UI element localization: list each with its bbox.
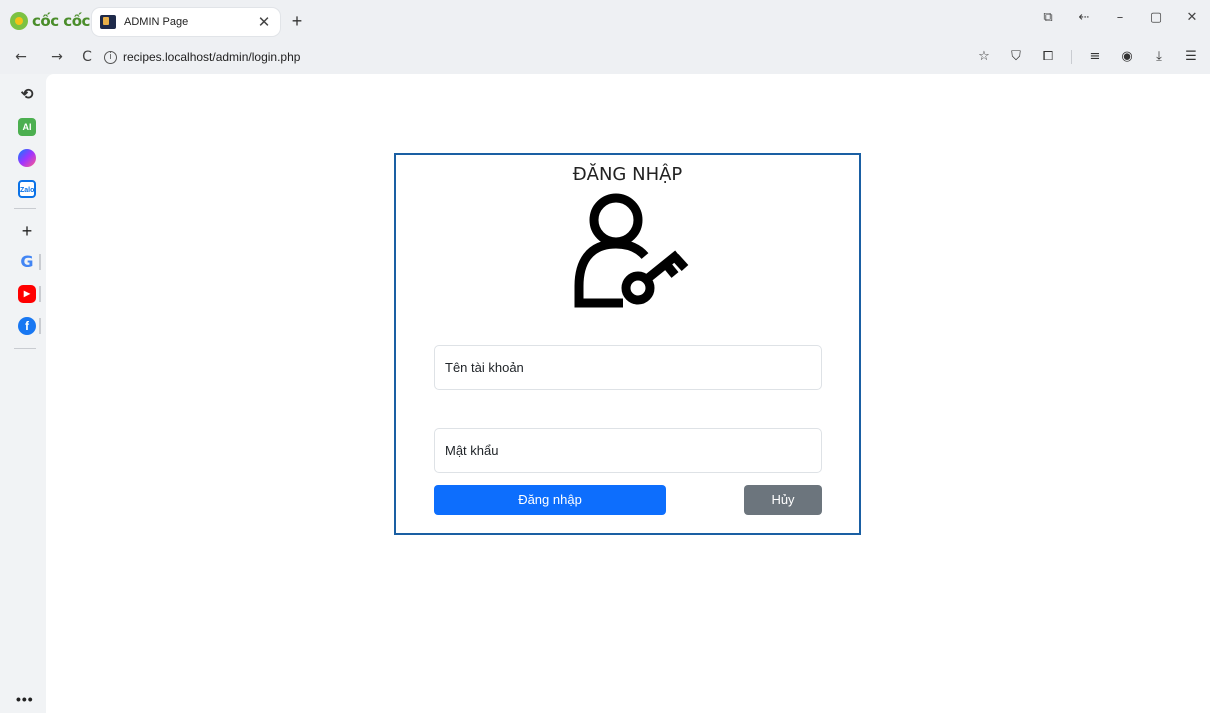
browser-titlebar: cốc cốc ADMIN Page ✕ + ⧉ ⇠ – ▢ ✕ (0, 0, 1210, 40)
star-icon[interactable]: ☆ (975, 48, 993, 66)
window-controls: ⧉ ⇠ – ▢ ✕ (1038, 8, 1202, 28)
site-info-icon[interactable]: i (104, 50, 117, 64)
pinned-indicator (39, 254, 41, 270)
page-content: ĐĂNG NHẬP Đăng nhập Hủy (46, 74, 1210, 713)
login-form: ĐĂNG NHẬP Đăng nhập Hủy (394, 153, 861, 535)
add-icon[interactable]: + (18, 222, 36, 240)
google-icon[interactable]: G (18, 253, 36, 271)
address-bar[interactable]: i recipes.localhost/admin/login.php (104, 46, 984, 68)
browser-toolbar: ← → C i recipes.localhost/admin/login.ph… (0, 40, 1210, 74)
close-window-button[interactable]: ✕ (1182, 8, 1202, 28)
browser-brand[interactable]: cốc cốc (10, 10, 90, 32)
tab-close-icon[interactable]: ✕ (256, 13, 272, 31)
zalo-icon[interactable]: Zalo (18, 180, 36, 198)
reload-button[interactable]: C (78, 48, 96, 66)
sidebar-divider (14, 208, 36, 209)
browser-sidebar: ⟲ AI Zalo + G ▶ f ••• (0, 74, 46, 713)
more-icon[interactable]: ••• (16, 691, 34, 707)
screen-search-icon[interactable]: ⧉ (1038, 8, 1058, 28)
restore-button[interactable]: ▢ (1146, 8, 1166, 28)
new-tab-button[interactable]: + (287, 11, 307, 31)
extensions-icon[interactable]: ⧠ (1039, 48, 1057, 66)
minimize-button[interactable]: – (1110, 8, 1130, 28)
coccoc-logo-icon (10, 12, 28, 30)
facebook-icon[interactable]: f (18, 317, 36, 335)
menu-icon[interactable]: ☰ (1182, 48, 1200, 66)
username-field[interactable] (434, 345, 822, 390)
reading-list-icon[interactable]: ≡ (1086, 48, 1104, 66)
sidebar-divider (14, 348, 36, 349)
tab-search-icon[interactable]: ⇠ (1074, 8, 1094, 28)
toolbar-divider (1071, 50, 1072, 64)
password-field[interactable] (434, 428, 822, 473)
shield-icon[interactable]: ⛉ (1007, 48, 1025, 66)
back-button[interactable]: ← (12, 48, 30, 66)
login-title: ĐĂNG NHẬP (572, 164, 683, 185)
download-icon[interactable]: ⤓ (1150, 48, 1168, 66)
pinned-indicator (39, 286, 41, 302)
favicon-icon (100, 15, 116, 29)
history-icon[interactable]: ⟲ (18, 86, 36, 104)
tab-admin-page[interactable]: ADMIN Page ✕ (92, 8, 280, 36)
messenger-icon[interactable] (18, 149, 36, 167)
cancel-button[interactable]: Hủy (744, 485, 822, 515)
forward-button[interactable]: → (48, 48, 66, 66)
youtube-icon[interactable]: ▶ (18, 285, 36, 303)
login-button[interactable]: Đăng nhập (434, 485, 666, 515)
toolbar-actions: ☆ ⛉ ⧠ ≡ ◉ ⤓ ☰ (975, 48, 1200, 66)
profile-icon[interactable]: ◉ (1118, 48, 1136, 66)
pinned-indicator (39, 318, 41, 334)
brand-name: cốc cốc (32, 12, 90, 30)
user-key-icon (574, 193, 689, 308)
url-text[interactable]: recipes.localhost/admin/login.php (123, 50, 300, 64)
tab-title: ADMIN Page (124, 16, 189, 28)
ai-icon[interactable]: AI (18, 118, 36, 136)
